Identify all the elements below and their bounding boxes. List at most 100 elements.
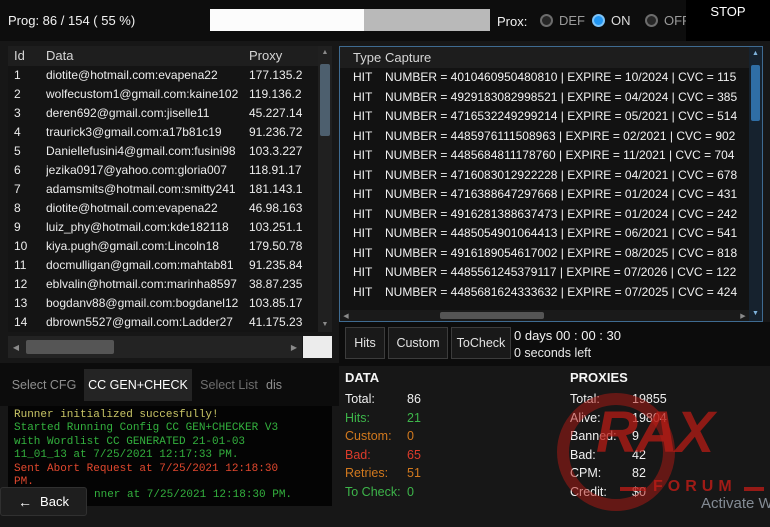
stat-label: Total: [570,390,632,409]
stat-row: Credit:$0 [570,483,667,502]
table-row[interactable]: HITNUMBER = 4485684811178760 | EXPIRE = … [340,146,749,166]
cell-id: 12 [8,275,46,294]
table-row[interactable]: 9luiz_phy@hotmail.com:kde182118103.251.1 [8,218,318,237]
cell-data: adamsmits@hotmail.com:smitty241 [46,180,249,199]
log-line: Sent Abort Request at 7/25/2021 12:18:30 [14,463,326,476]
tab-hits[interactable]: Hits [345,327,385,359]
table-row[interactable]: 7adamsmits@hotmail.com:smitty241181.143.… [8,180,318,199]
scroll-up-icon[interactable]: ▲ [322,46,329,60]
table-row[interactable]: 1diotite@hotmail.com:evapena22177.135.2 [8,66,318,85]
table-row[interactable]: HITNUMBER = 4485561245379117 | EXPIRE = … [340,263,749,283]
select-list-button[interactable]: Select List [196,369,262,401]
cell-proxy: 91.236.72 [249,123,318,142]
scrollbar-thumb[interactable] [751,65,760,121]
data-grid-body: 1diotite@hotmail.com:evapena22177.135.2 … [8,66,318,332]
stat-value: 21 [407,411,421,425]
cell-data: docmulligan@gmail.com:mahtab81 [46,256,249,275]
cell-data: eblvalin@hotmail.com:marinha8597 [46,275,249,294]
data-grid-vertical-scrollbar[interactable]: ▲ ▼ [318,46,332,332]
back-button[interactable]: ← Back [0,487,87,516]
tab-tocheck[interactable]: ToCheck [451,327,511,359]
timer-elapsed: 0 days 00 : 00 : 30 [514,328,621,343]
table-row[interactable]: HITNUMBER = 4716083012922228 | EXPIRE = … [340,166,749,186]
table-row[interactable]: HITNUMBER = 4716532249299214 | EXPIRE = … [340,107,749,127]
capture-grid-vertical-scrollbar[interactable]: ▲ ▼ [749,47,762,321]
table-row[interactable]: 3deren692@gmail.com:jiselle1145.227.14 [8,104,318,123]
prox-option-on[interactable]: ON [592,13,631,28]
table-row[interactable]: HITNUMBER = 4929183082998521 | EXPIRE = … [340,88,749,108]
cc-gen-check-button[interactable]: CC GEN+CHECK [84,369,192,401]
stat-row: Total:86 [345,390,421,409]
cell-capture: NUMBER = 4716388647297668 | EXPIRE = 01/… [385,185,749,205]
cell-type: HIT [340,263,385,283]
prox-option-def[interactable]: DEF [540,13,585,28]
select-cfg-button[interactable]: Select CFG [8,369,80,401]
table-row[interactable]: HITNUMBER = 4485976111508963 | EXPIRE = … [340,127,749,147]
table-row[interactable]: 12eblvalin@hotmail.com:marinha859738.87.… [8,275,318,294]
table-row[interactable]: 11docmulligan@gmail.com:mahtab8191.235.8… [8,256,318,275]
dis-button[interactable]: dis [266,369,300,401]
stat-value: 9 [632,429,639,443]
tab-custom[interactable]: Custom [388,327,448,359]
table-row[interactable]: 14dbrown5527@gmail.com:Ladder2741.175.23 [8,313,318,332]
data-grid-horizontal-scrollbar[interactable]: ◀ ▶ [8,336,302,358]
scrollbar-thumb[interactable] [320,64,330,136]
table-row[interactable]: 8diotite@hotmail.com:evapena2246.98.163 [8,199,318,218]
table-row[interactable]: HITNUMBER = 4485681624333632 | EXPIRE = … [340,283,749,303]
stat-value: 0 [407,485,414,499]
cell-proxy: 118.91.17 [249,161,318,180]
column-header-proxy[interactable]: Proxy [249,46,318,66]
cell-capture: NUMBER = 4485976111508963 | EXPIRE = 02/… [385,127,749,147]
scroll-right-icon[interactable]: ▶ [737,312,749,320]
scroll-up-icon[interactable]: ▲ [752,47,759,61]
activate-windows-watermark: Activate Windows [701,495,770,512]
stat-value: $0 [632,485,646,499]
table-row[interactable]: HITNUMBER = 4916189054617002 | EXPIRE = … [340,244,749,264]
stat-row: Bad:65 [345,446,421,465]
table-row[interactable]: 13bogdanv88@gmail.com:bogdanel12103.85.1… [8,294,318,313]
cell-proxy: 181.143.1 [249,180,318,199]
scrollbar-thumb[interactable] [26,340,114,354]
scroll-right-icon[interactable]: ▶ [286,343,302,352]
cell-id: 4 [8,123,46,142]
table-row[interactable]: HITNUMBER = 4485054901064413 | EXPIRE = … [340,224,749,244]
table-row[interactable]: 5Daniellefusini4@gmail.com:fusini98103.3… [8,142,318,161]
scroll-down-icon[interactable]: ▼ [322,318,329,332]
stop-button[interactable]: STOP [686,0,770,41]
table-row[interactable]: 10kiya.pugh@gmail.com:Lincoln18179.50.78 [8,237,318,256]
radio-selected-icon [592,14,605,27]
scroll-left-icon[interactable]: ◀ [340,312,352,320]
stat-label: Hits: [345,409,407,428]
scroll-left-icon[interactable]: ◀ [8,343,24,352]
scroll-down-icon[interactable]: ▼ [752,307,759,321]
cell-data: dbrown5527@gmail.com:Ladder27 [46,313,249,332]
stat-label: Bad: [345,446,407,465]
column-header-data[interactable]: Data [46,46,249,66]
column-header-id[interactable]: Id [8,46,46,66]
cell-capture: NUMBER = 4485561245379117 | EXPIRE = 07/… [385,263,749,283]
table-row[interactable]: HITNUMBER = 4010460950480810 | EXPIRE = … [340,68,749,88]
cell-capture: NUMBER = 4485684811178760 | EXPIRE = 11/… [385,146,749,166]
table-row[interactable]: 4traurick3@gmail.com:a17b81c1991.236.72 [8,123,318,142]
cell-proxy: 91.235.84 [249,256,318,275]
table-row[interactable]: 6jezika0917@yahoo.com:gloria007118.91.17 [8,161,318,180]
capture-grid-horizontal-scrollbar[interactable]: ◀ ▶ [340,310,749,321]
cell-data: kiya.pugh@gmail.com:Lincoln18 [46,237,249,256]
cell-id: 10 [8,237,46,256]
cell-proxy: 177.135.2 [249,66,318,85]
stat-label: Banned: [570,427,632,446]
column-header-type[interactable]: Type [340,47,385,68]
top-bar: Prog: 86 / 154 ( 55 %) Prox: DEF ON OFF … [0,0,770,41]
stat-label: Retries: [345,464,407,483]
cell-id: 9 [8,218,46,237]
table-row[interactable]: HITNUMBER = 4916281388637473 | EXPIRE = … [340,205,749,225]
table-row[interactable]: 2wolfecustom1@gmail.com:kaine102119.136.… [8,85,318,104]
table-row[interactable]: HITNUMBER = 4716388647297668 | EXPIRE = … [340,185,749,205]
checker-app-window: Prog: 86 / 154 ( 55 %) Prox: DEF ON OFF … [0,0,770,527]
stat-value: 42 [632,448,646,462]
scrollbar-thumb[interactable] [440,312,544,319]
prox-option-off[interactable]: OFF [645,13,690,28]
stat-row: Retries:51 [345,464,421,483]
column-header-capture[interactable]: Capture [385,47,749,68]
stat-value: 82 [632,466,646,480]
